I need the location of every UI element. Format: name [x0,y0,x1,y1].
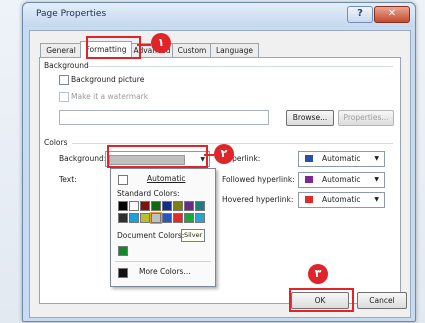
background-legend: Background [44,61,89,70]
tab-custom[interactable]: Custom [172,43,212,57]
close-button[interactable]: ✕ [374,6,410,23]
dialog-body: General Formatting Advanced Custom Langu… [29,30,411,318]
color-swatch[interactable] [184,213,194,223]
document-colors-label: Document Colors: [117,231,185,240]
color-swatch[interactable] [140,213,150,223]
step-two-badge: ٢ [214,144,234,164]
color-swatch[interactable] [173,201,183,211]
chevron-down-icon: ▼ [374,196,379,203]
tab-language[interactable]: Language [210,43,259,57]
annotation-line [204,154,214,156]
annotation-line [137,44,151,46]
step-three-badge: ٣ [308,264,328,284]
hovered-hyperlink-color-dropdown[interactable]: Automatic ▼ [298,192,385,208]
color-swatch[interactable] [162,213,172,223]
followed-hyperlink-color-swatch [305,176,313,183]
background-path-input[interactable] [59,110,269,125]
colors-legend: Colors [44,138,68,147]
color-tooltip: Silver [181,229,206,242]
background-picture-checkbox[interactable] [59,75,69,85]
color-swatch[interactable] [118,201,128,211]
color-swatch[interactable] [162,201,172,211]
hovered-hyperlink-color-value: Automatic [322,195,361,204]
title-bar[interactable]: Page Properties ? ✕ [23,3,415,27]
color-swatch[interactable] [184,201,194,211]
formatting-tab-highlight [86,36,141,59]
cancel-button[interactable]: Cancel [357,292,407,309]
properties-button[interactable]: Properties... [338,110,394,126]
ok-button-highlight [289,288,354,312]
hyperlink-color-value: Automatic [322,154,361,163]
formatting-panel: Background Background picture Make it a … [39,57,401,304]
followed-hyperlink-color-dropdown[interactable]: Automatic ▼ [298,172,385,188]
tab-general[interactable]: General [40,43,82,57]
chevron-down-icon: ▼ [374,176,379,183]
browse-button[interactable]: Browse... [286,110,334,126]
color-swatch[interactable] [129,201,139,211]
color-swatch[interactable] [140,201,150,211]
color-swatch[interactable] [150,212,162,224]
color-picker-popup: Automatic Standard Colors: Silver Docume… [110,168,216,287]
divider [88,66,393,67]
color-swatch[interactable] [151,201,161,211]
color-swatch[interactable] [118,213,128,223]
background-picture-label: Background picture [71,75,145,84]
color-swatch[interactable] [195,201,205,211]
automatic-swatch[interactable] [118,175,128,185]
chevron-down-icon: ▼ [374,155,379,162]
more-colors-icon [118,268,128,278]
background-color-highlight [107,145,208,168]
background-color-label: Background: [59,154,107,163]
standard-colors-label: Standard Colors: [117,189,180,198]
watermark-checkbox[interactable] [59,92,69,102]
divider [72,143,393,144]
document-color-swatch[interactable] [118,246,128,256]
help-button[interactable]: ? [347,6,373,23]
text-color-label: Text: [59,175,77,184]
color-swatch[interactable] [195,213,205,223]
more-colors-option[interactable]: More Colors... [139,267,191,276]
divider [115,261,211,262]
followed-hyperlink-color-value: Automatic [322,175,361,184]
step-one-badge: ١ [151,33,171,53]
automatic-option[interactable]: Automatic [147,174,185,183]
hyperlink-color-swatch [305,155,313,162]
color-swatch[interactable] [173,213,183,223]
followed-hyperlink-label: Followed hyperlink: [222,175,295,184]
hovered-hyperlink-label: Hovered hyperlink: [222,195,294,204]
color-swatch[interactable] [129,213,139,223]
hyperlink-color-dropdown[interactable]: Automatic ▼ [298,151,385,167]
watermark-label: Make it a watermark [71,92,149,101]
hovered-hyperlink-color-swatch [305,196,313,203]
dialog-title: Page Properties [36,9,107,19]
